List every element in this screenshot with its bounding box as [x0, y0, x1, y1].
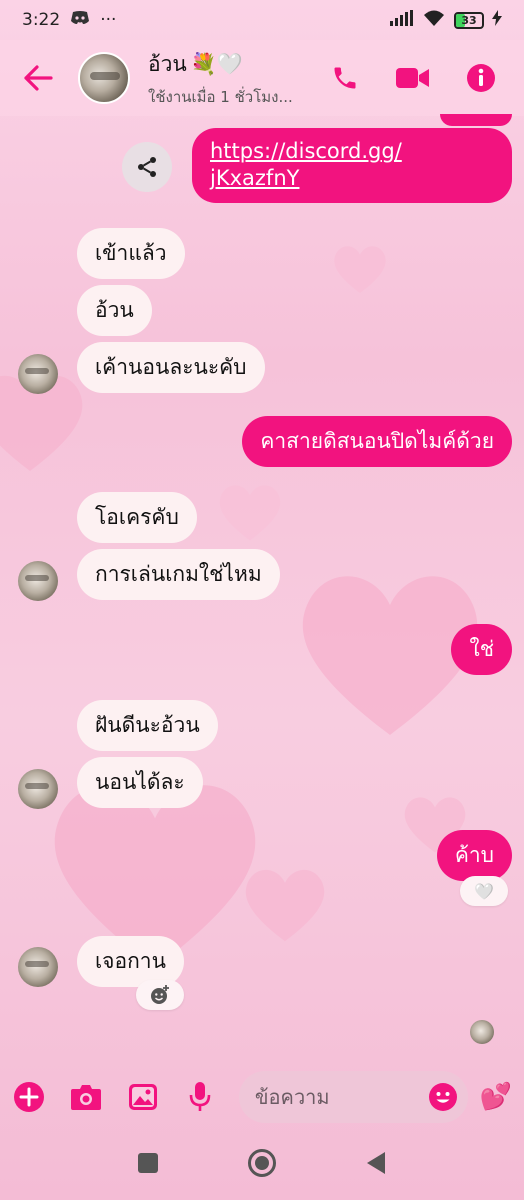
message-bubble-incoming[interactable]: ฝันดีนะอ้วน [77, 700, 218, 752]
background-heart [219, 485, 281, 541]
active-status: ใช้งานเมื่อ 1 ชั่วโมง... [148, 87, 293, 106]
contact-name: อ้วน 💐🤍 [148, 48, 293, 81]
message-link[interactable]: https://discord.gg/ [210, 138, 494, 165]
message-bubble-outgoing[interactable]: ใช่ [451, 624, 512, 676]
message-bubble-incoming[interactable]: นอนได้ละ [77, 757, 203, 809]
message-bubble-incoming[interactable]: เค้านอนละนะคับ [77, 342, 265, 394]
circle-nav-icon [248, 1149, 276, 1177]
home-button[interactable] [247, 1148, 277, 1182]
quick-reaction-button[interactable]: 💕 [480, 1082, 512, 1112]
sender-avatar[interactable] [18, 769, 58, 809]
image-icon [128, 1084, 157, 1110]
recents-button[interactable] [137, 1152, 159, 1178]
call-button[interactable] [322, 55, 368, 101]
plus-icon [14, 1082, 45, 1112]
square-nav-icon [138, 1153, 158, 1173]
message-reaction[interactable]: 🤍 [460, 876, 508, 906]
video-icon [396, 68, 429, 88]
message-bubble-outgoing[interactable]: ค้าบ [436, 830, 512, 882]
info-button[interactable] [458, 55, 504, 101]
background-heart [245, 869, 325, 942]
mic-icon [189, 1082, 210, 1111]
info-icon [467, 64, 495, 92]
battery-level: 33 [461, 13, 477, 27]
background-heart [334, 246, 386, 294]
battery-icon: 33 [454, 11, 484, 29]
message-composer: 💕 [0, 1066, 524, 1128]
emoji-icon [428, 1083, 457, 1111]
charging-icon [492, 9, 502, 31]
sender-avatar[interactable] [18, 947, 58, 987]
add-reaction-icon [151, 985, 169, 1004]
back-arrow-icon [24, 65, 53, 91]
white-heart-reaction: 🤍 [474, 881, 494, 901]
share-button[interactable] [122, 142, 172, 192]
phone-icon [334, 67, 356, 89]
status-time: 3:22 [22, 10, 61, 30]
message-bubble-incoming[interactable]: การเล่นเกมใช่ไหม [77, 549, 280, 601]
seen-indicator-avatar [470, 1020, 494, 1044]
message-bubble-incoming[interactable]: อ้วน [77, 285, 152, 337]
message-input[interactable] [254, 1085, 415, 1109]
video-call-button[interactable] [390, 55, 436, 101]
voice-button[interactable] [182, 1079, 217, 1115]
share-icon [138, 157, 156, 177]
back-button[interactable] [14, 54, 62, 102]
message-input-wrap [238, 1071, 468, 1123]
contact-name-text: อ้วน [148, 51, 187, 76]
contact-info[interactable]: อ้วน 💐🤍 ใช้งานเมื่อ 1 ชั่วโมง... [148, 48, 293, 109]
triangle-nav-icon [367, 1152, 385, 1174]
wifi-icon [422, 9, 446, 32]
contact-avatar[interactable] [78, 52, 130, 104]
message-bubble-outgoing[interactable]: https://discord.gg/ jKxazfnY [192, 128, 512, 203]
emoji-button[interactable] [428, 1082, 458, 1116]
sender-avatar[interactable] [18, 561, 58, 601]
more-actions-button[interactable] [12, 1079, 47, 1115]
add-reaction-button[interactable] [136, 980, 184, 1010]
discord-icon [70, 10, 90, 30]
message-bubble-incoming[interactable]: เข้าแล้ว [77, 228, 185, 280]
system-nav-bar [0, 1130, 524, 1200]
message-bubble-outgoing[interactable]: คาสายดิสนอนปิดไมค์ด้วย [242, 416, 512, 468]
message-link[interactable]: jKxazfnY [210, 165, 494, 192]
camera-button[interactable] [69, 1079, 104, 1115]
back-nav-button[interactable] [365, 1151, 387, 1179]
contact-name-emoji: 💐🤍 [190, 51, 244, 76]
camera-icon [71, 1085, 102, 1110]
status-bar: 3:22 ··· 33 [0, 0, 524, 40]
status-more: ··· [100, 10, 117, 30]
previous-message-edge [440, 114, 512, 126]
sender-avatar[interactable] [18, 354, 58, 394]
signal-icon [390, 9, 414, 31]
chat-header: อ้วน 💐🤍 ใช้งานเมื่อ 1 ชั่วโมง... [0, 40, 524, 116]
message-bubble-incoming[interactable]: โอเครคับ [77, 492, 197, 544]
gallery-button[interactable] [125, 1079, 160, 1115]
